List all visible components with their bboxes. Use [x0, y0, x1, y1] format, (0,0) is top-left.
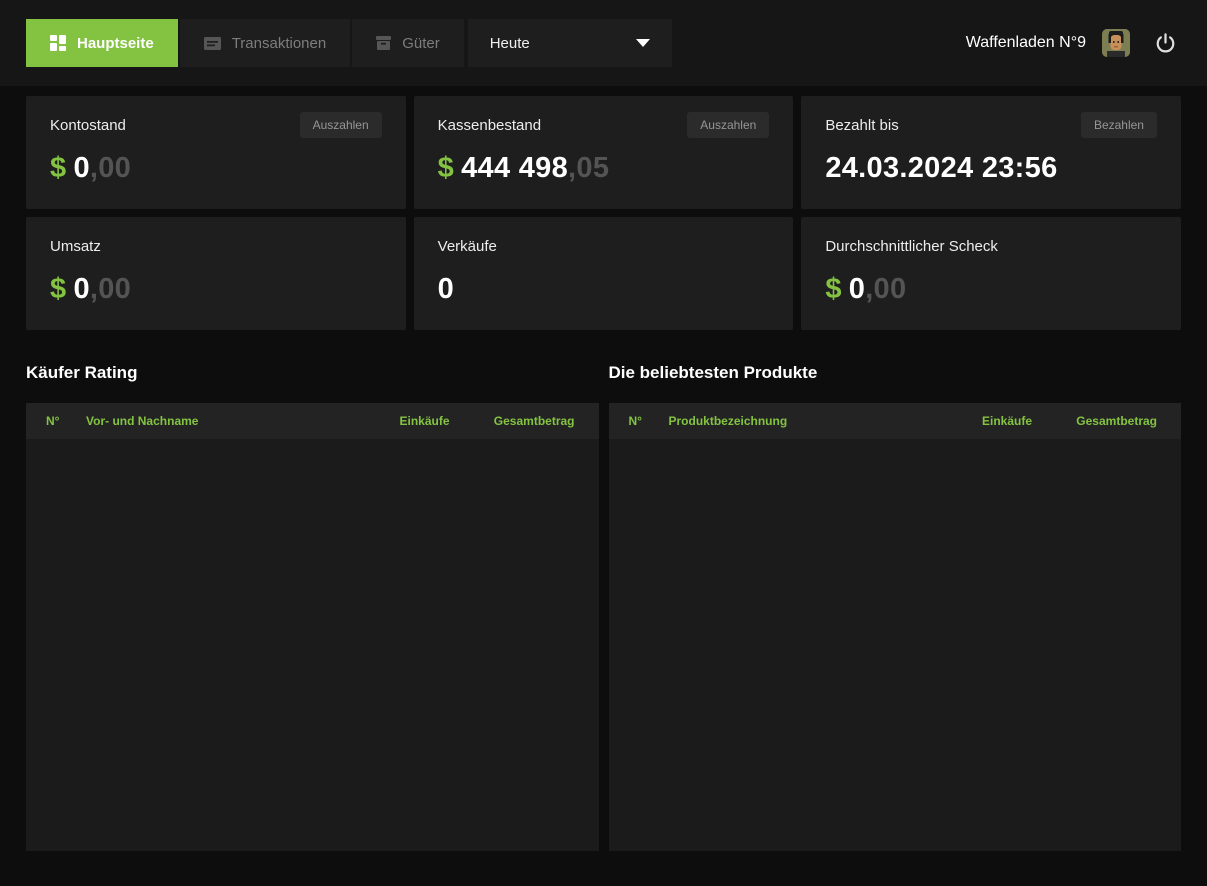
card-value: $0,00 [50, 152, 382, 184]
tab-hauptseite[interactable]: Hauptseite [26, 19, 178, 67]
buyers-rating-title: Käufer Rating [26, 363, 138, 382]
top-products-table-body [608, 439, 1181, 851]
amount-decimals: ,00 [89, 273, 132, 305]
amount-integer: 0 [73, 152, 90, 184]
auszahlen-button[interactable]: Auszahlen [687, 112, 770, 138]
stat-cards: Kontostand Auszahlen $0,00 Kassenbestand… [0, 86, 1207, 330]
tab-label: Güter [402, 34, 440, 52]
buyers-rating-table-body [26, 439, 599, 851]
card-umsatz: Umsatz $0,00 [26, 217, 406, 330]
col-number: N° [628, 414, 642, 428]
currency-symbol: $ [437, 152, 455, 184]
nav-tabs: Hauptseite Transaktionen Güter Heute [26, 19, 672, 67]
sales-count: 0 [437, 273, 455, 305]
period-select[interactable]: Heute [467, 19, 672, 67]
list-card-icon [203, 36, 221, 50]
top-products-section: Die beliebtesten Produkte N° Produktbeze… [608, 363, 1181, 851]
box-icon [376, 36, 392, 50]
card-value: $0,00 [825, 273, 1157, 305]
currency-symbol: $ [825, 273, 842, 305]
user-avatar[interactable] [1102, 29, 1130, 57]
bezahlen-button[interactable]: Bezahlen [1080, 112, 1157, 138]
amount-decimals: ,00 [865, 273, 907, 305]
topbar-right: Waffenladen N°9 [966, 28, 1181, 59]
buyers-rating-table: N° Vor- und Nachname Einkäufe Gesamtbetr… [26, 403, 599, 851]
col-number: N° [46, 414, 60, 428]
auszahlen-button[interactable]: Auszahlen [299, 112, 382, 138]
col-purchases: Einkäufe [399, 414, 450, 428]
card-title: Kassenbestand [437, 116, 542, 134]
col-product: Produktbezeichnung [668, 414, 788, 428]
card-title: Umsatz [50, 237, 101, 255]
card-title: Durchschnittlicher Scheck [825, 237, 998, 255]
card-value: $444 498,05 [438, 152, 770, 184]
table-header-row: N° Produktbezeichnung Einkäufe Gesamtbet… [608, 403, 1181, 439]
col-purchases: Einkäufe [981, 414, 1032, 428]
topbar: Hauptseite Transaktionen Güter Heute Waf… [0, 0, 1207, 86]
period-select-value: Heute [489, 34, 530, 52]
chevron-down-icon [635, 39, 650, 47]
card-value: $0,00 [50, 273, 382, 305]
amount-integer: 0 [73, 273, 90, 305]
buyers-rating-section: Käufer Rating N° Vor- und Nachname Einkä… [26, 363, 599, 851]
card-verkaeufe: Verkäufe 0 [413, 217, 794, 330]
tab-label: Hauptseite [77, 34, 154, 52]
amount-decimals: ,05 [568, 152, 610, 184]
tables-section: Käufer Rating N° Vor- und Nachname Einkä… [0, 330, 1207, 851]
col-name: Vor- und Nachname [86, 414, 199, 428]
card-value: 0 [438, 273, 770, 305]
tab-gueter[interactable]: Güter [352, 19, 464, 67]
paid-until-datetime: 24.03.2024 23:56 [825, 152, 1058, 184]
currency-symbol: $ [50, 152, 67, 184]
col-total: Gesamtbetrag [493, 414, 575, 428]
shop-name: Waffenladen N°9 [965, 34, 1086, 51]
card-value: 24.03.2024 23:56 [825, 152, 1157, 184]
top-products-title: Die beliebtesten Produkte [608, 363, 818, 382]
amount-integer: 444 498 [461, 152, 569, 184]
tab-label: Transaktionen [231, 34, 327, 52]
card-title: Bezahlt bis [825, 116, 899, 134]
amount-decimals: ,00 [89, 152, 132, 184]
card-durchschnittlicher-scheck: Durchschnittlicher Scheck $0,00 [801, 217, 1181, 330]
table-header-row: N° Vor- und Nachname Einkäufe Gesamtbetr… [26, 403, 599, 439]
card-title: Kontostand [50, 116, 126, 134]
card-kassenbestand: Kassenbestand Auszahlen $444 498,05 [413, 96, 794, 209]
top-products-table: N° Produktbezeichnung Einkäufe Gesamtbet… [608, 403, 1181, 851]
dashboard-grid-icon [50, 35, 66, 51]
power-button[interactable] [1150, 28, 1181, 59]
card-bezahlt-bis: Bezahlt bis Bezahlen 24.03.2024 23:56 [801, 96, 1181, 209]
card-kontostand: Kontostand Auszahlen $0,00 [26, 96, 406, 209]
currency-symbol: $ [50, 273, 67, 305]
card-title: Verkäufe [437, 237, 497, 255]
col-total: Gesamtbetrag [1076, 414, 1157, 428]
tab-transaktionen[interactable]: Transaktionen [179, 19, 351, 67]
amount-integer: 0 [848, 273, 866, 305]
